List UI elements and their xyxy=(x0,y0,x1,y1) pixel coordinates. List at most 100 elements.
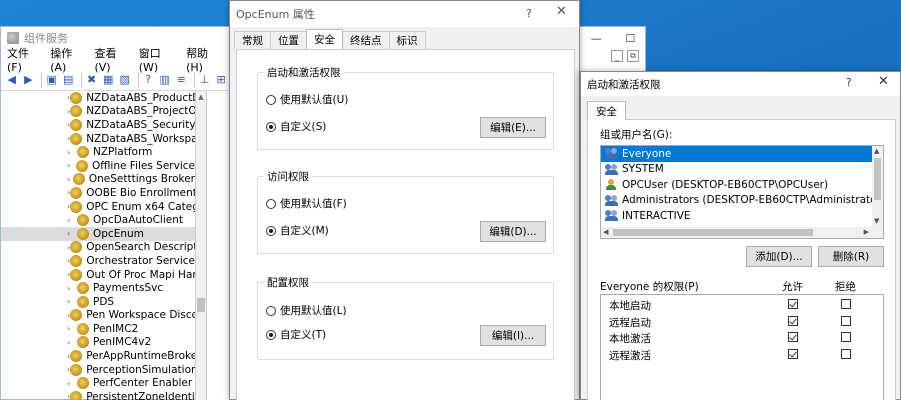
user-row-everyone[interactable]: Everyone xyxy=(601,146,883,162)
deny-checkbox[interactable] xyxy=(841,316,851,326)
minimize-icon[interactable]: — xyxy=(591,32,602,45)
config-edit-button[interactable]: 编辑(I)... xyxy=(480,325,546,346)
list-view-icon[interactable]: ≡ xyxy=(174,72,188,88)
tab-general[interactable]: 常规 xyxy=(234,31,271,49)
allow-checkbox[interactable] xyxy=(788,316,798,326)
radio-circle[interactable] xyxy=(266,329,276,340)
user-row-administrators[interactable]: Administrators (DESKTOP-EB60CTP\Administ… xyxy=(601,193,883,209)
chevron-right-icon[interactable]: › xyxy=(67,297,77,306)
scroll-down-icon[interactable]: ▼ xyxy=(874,217,879,225)
scroll-thumb[interactable] xyxy=(613,229,813,236)
scroll-right-icon[interactable]: ▶ xyxy=(864,228,869,236)
deny-checkbox[interactable] xyxy=(841,332,851,342)
allow-checkbox[interactable] xyxy=(788,349,798,359)
config-custom-radio[interactable]: 自定义(T) xyxy=(266,327,326,342)
tree-item[interactable]: › Orchestrator Service xyxy=(1,254,195,268)
deny-checkbox[interactable] xyxy=(841,299,851,309)
access-custom-radio[interactable]: 自定义(M) xyxy=(266,223,329,238)
tree-scrollbar[interactable]: ▲ xyxy=(196,91,206,400)
tree-scroll-thumb[interactable] xyxy=(197,298,205,312)
help-icon[interactable]: ? xyxy=(526,7,532,20)
tab-location[interactable]: 位置 xyxy=(270,31,307,49)
tab-endpoints[interactable]: 终结点 xyxy=(342,31,390,49)
chevron-right-icon[interactable]: › xyxy=(67,284,77,293)
chevron-right-icon[interactable]: › xyxy=(67,338,77,347)
users-horizontal-scrollbar[interactable]: ◀ ▶ xyxy=(601,227,883,238)
tree-item[interactable]: › PDS xyxy=(1,295,195,309)
chevron-right-icon[interactable]: › xyxy=(67,229,77,238)
tree-item[interactable]: › Offline Files Service xyxy=(1,159,195,173)
tree-item[interactable]: › PerceptionSimulation xyxy=(1,363,195,377)
tree-item[interactable]: ›Out Of Proc Mapi Handl xyxy=(1,268,195,282)
tab-security[interactable]: 安全 xyxy=(306,29,343,49)
launch-custom-radio[interactable]: 自定义(S) xyxy=(266,119,326,134)
back-arrow-icon[interactable]: ◀ xyxy=(5,72,19,88)
tree-item[interactable]: › OOBE Bio Enrollment xyxy=(1,186,195,200)
chevron-right-icon[interactable]: › xyxy=(67,216,77,225)
close-icon[interactable]: ✕ xyxy=(878,74,889,89)
tab-security[interactable]: 安全 xyxy=(587,101,626,120)
help-icon[interactable]: ? xyxy=(141,72,155,88)
allow-checkbox[interactable] xyxy=(788,332,798,342)
properties-icon[interactable]: ▦ xyxy=(101,72,115,88)
maximize-icon[interactable]: ☐ xyxy=(625,32,635,45)
tree-item[interactable]: ›OpenSearch Description xyxy=(1,241,195,255)
tree-item[interactable]: ›PersistentZoneIdentifier xyxy=(1,390,195,400)
delete-icon[interactable]: ✖ xyxy=(85,72,99,88)
tree-item[interactable]: ›NZDataABS_ProductData xyxy=(1,91,195,105)
remove-user-button[interactable]: 删除(R) xyxy=(818,246,884,267)
deny-checkbox[interactable] xyxy=(841,349,851,359)
tree-item[interactable]: › OneSetttings Broker xyxy=(1,173,195,187)
radio-circle[interactable] xyxy=(266,94,276,105)
tree-item[interactable]: › OpcDaAutoClient xyxy=(1,213,195,227)
tree-item[interactable]: ›NZDataABS_SecurityMa xyxy=(1,118,195,132)
child-minimize-icon[interactable]: _ xyxy=(611,50,623,62)
config-default-radio[interactable]: 使用默认值(L) xyxy=(266,303,347,318)
users-vertical-scrollbar[interactable]: ▲ ▼ xyxy=(872,146,883,228)
scroll-thumb[interactable] xyxy=(874,158,881,200)
snap-in-icon[interactable]: ⊞ xyxy=(214,72,228,88)
forward-arrow-icon[interactable]: ▶ xyxy=(22,72,36,88)
scroll-up-icon[interactable]: ▲ xyxy=(196,93,206,101)
launch-edit-button[interactable]: 编辑(E)... xyxy=(480,117,546,138)
help-icon[interactable]: ? xyxy=(846,77,852,89)
tree-item[interactable]: › PerfCenter Enabler xyxy=(1,376,195,390)
tree-item[interactable]: ›OPC Enum x64 Categor xyxy=(1,200,195,214)
tree-item[interactable]: › NZPlatform xyxy=(1,145,195,159)
tab-identity[interactable]: 标识 xyxy=(388,31,426,49)
tree-item[interactable]: › PaymentsSvc xyxy=(1,281,195,295)
up-folder-icon[interactable]: ▣ xyxy=(45,72,59,88)
tree-item[interactable]: ›NZDataABS_Workspace xyxy=(1,132,195,146)
user-row-opcuser[interactable]: OPCUser (DESKTOP-EB60CTP\OPCUser) xyxy=(601,177,883,193)
chevron-right-icon[interactable]: › xyxy=(67,379,77,388)
detail-view-icon[interactable]: ▥ xyxy=(158,72,172,88)
tree-item[interactable]: › PenIMC2 xyxy=(1,322,195,336)
users-list[interactable]: Everyone SYSTEM OPCUser (DESKTOP-EB60CTP… xyxy=(600,145,884,239)
allow-checkbox[interactable] xyxy=(788,299,798,309)
radio-circle[interactable] xyxy=(266,198,276,209)
radio-circle[interactable] xyxy=(266,121,276,132)
tree-item[interactable]: ›Pen Workspace Discove xyxy=(1,309,195,323)
radio-circle[interactable] xyxy=(266,305,276,316)
add-user-button[interactable]: 添加(D)... xyxy=(746,246,812,267)
chevron-right-icon[interactable]: › xyxy=(67,324,77,333)
tree-item[interactable]: › PenIMC4v2 xyxy=(1,336,195,350)
component-icon[interactable]: ⊥ xyxy=(198,72,212,88)
chevron-right-icon[interactable]: › xyxy=(67,161,76,170)
close-icon[interactable]: ✕ xyxy=(556,4,567,19)
chevron-right-icon[interactable]: › xyxy=(67,148,77,157)
access-edit-button[interactable]: 编辑(D)... xyxy=(480,221,546,242)
user-row-interactive[interactable]: INTERACTIVE xyxy=(601,208,883,224)
radio-circle[interactable] xyxy=(266,225,276,236)
launch-default-radio[interactable]: 使用默认值(U) xyxy=(266,92,348,107)
scroll-left-icon[interactable]: ◀ xyxy=(603,228,608,236)
tree-item[interactable]: › PerAppRuntimeBroker xyxy=(1,349,195,363)
scroll-up-icon[interactable]: ▲ xyxy=(874,147,879,155)
user-row-system[interactable]: SYSTEM xyxy=(601,162,883,178)
access-default-radio[interactable]: 使用默认值(F) xyxy=(266,196,347,211)
chevron-right-icon[interactable]: › xyxy=(67,175,73,184)
child-restore-icon[interactable]: ⧉ xyxy=(627,50,639,62)
show-hide-tree-icon[interactable]: ▤ xyxy=(61,72,75,88)
tree-item[interactable]: ›NZDataABS_ProjectOpe xyxy=(1,105,195,119)
tree-item[interactable]: › OpcEnum xyxy=(1,226,195,241)
